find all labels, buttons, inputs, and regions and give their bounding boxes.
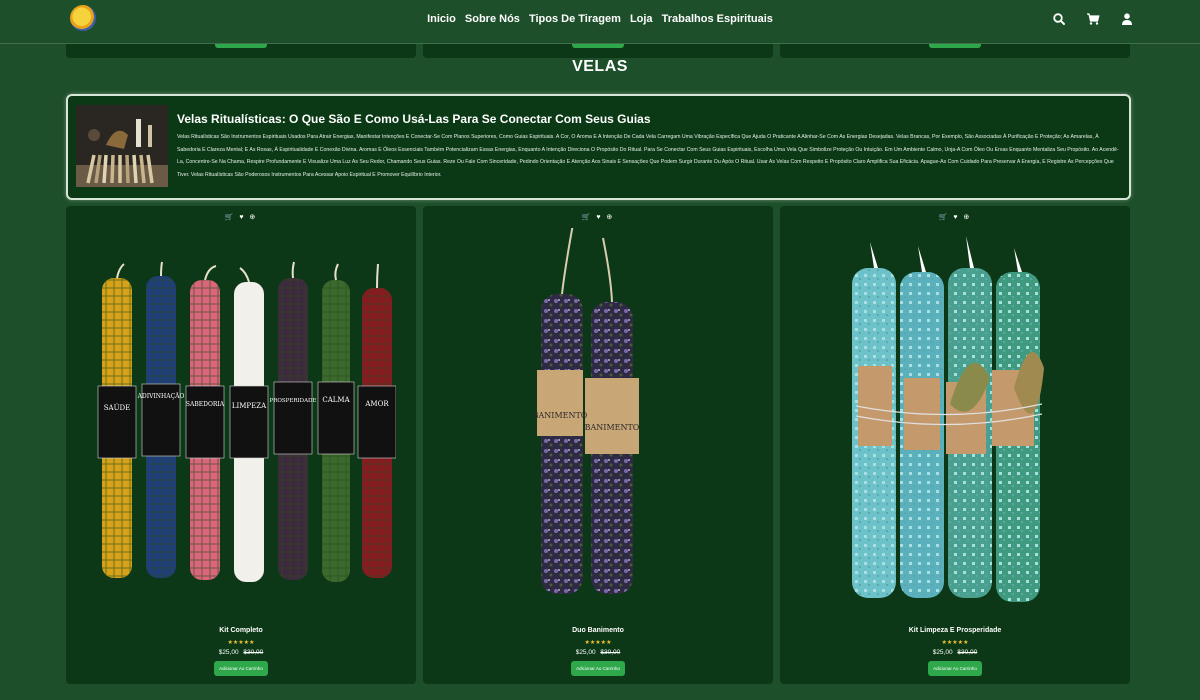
previous-product-card — [780, 44, 1130, 58]
info-title: Velas Ritualísticas: O Que São E Como Us… — [177, 112, 651, 126]
nav-item-trabalhos-espirituais[interactable]: Trabalhos Espirituais — [662, 13, 773, 25]
candles-photo — [76, 105, 168, 187]
cart-icon[interactable] — [1086, 12, 1100, 26]
card-action-icons[interactable]: 🛒 ♥ ⊕ — [66, 213, 416, 221]
header-actions — [1052, 12, 1134, 26]
candle-label: BANIMENTO — [585, 423, 640, 432]
nav-item-inicio[interactable]: Inicio — [427, 13, 456, 25]
candle-label: PROSPERIDADE — [270, 398, 317, 404]
price-row: $25,00 $30,00 — [780, 649, 1130, 656]
previous-add-button[interactable] — [215, 44, 267, 48]
add-to-cart-button[interactable]: Adicionar Ao Carrinho — [214, 661, 268, 676]
add-to-cart-button[interactable]: Adicionar Ao Carrinho — [571, 661, 625, 676]
price: $25,00 — [932, 649, 953, 656]
card-action-icons[interactable]: 🛒 ♥ ⊕ — [780, 213, 1130, 221]
info-box: Velas Ritualísticas: O Que São E Como Us… — [66, 94, 1131, 200]
previous-add-button[interactable] — [929, 44, 981, 48]
nav-item-loja[interactable]: Loja — [630, 13, 653, 25]
candle-label: BANIMENTO — [533, 411, 588, 420]
price: $25,00 — [218, 649, 239, 656]
old-price: $30,00 — [600, 649, 621, 656]
add-to-cart-button[interactable]: Adicionar Ao Carrinho — [928, 661, 982, 676]
previous-product-card — [423, 44, 773, 58]
rating-stars: ★★★★★ — [941, 640, 969, 646]
search-icon[interactable] — [1052, 12, 1066, 26]
card-action-icons[interactable]: 🛒 ♥ ⊕ — [423, 213, 773, 221]
product-card: 🛒 ♥ ⊕ BANIMENTO BANIMENTO Duo Banimento … — [423, 206, 773, 684]
price-row: $25,00 $30,00 — [423, 649, 773, 656]
candle-label: CALMA — [322, 396, 350, 404]
candle-label: ADIVINHAÇÃO — [137, 392, 185, 400]
price-row: $25,00 $30,00 — [66, 649, 416, 656]
product-card: 🛒 ♥ ⊕ — [66, 206, 416, 684]
old-price: $30,00 — [243, 649, 264, 656]
site-header: Inicio Sobre Nós Tipos De Tiragem Loja T… — [0, 0, 1200, 44]
info-text: Velas Ritualísticas São Instrumentos Esp… — [177, 134, 1119, 178]
product-image[interactable]: BANIMENTO BANIMENTO — [443, 223, 753, 612]
rating-stars: ★★★★★ — [584, 640, 612, 646]
product-image[interactable]: SAÚDE ADIVINHAÇÃO SABEDORIA LIMPEZA PROS… — [86, 228, 397, 612]
old-price: $30,00 — [957, 649, 978, 656]
candle-label: SAÚDE — [104, 403, 130, 412]
product-image[interactable] — [800, 228, 1110, 612]
nav-item-sobre-nos[interactable]: Sobre Nós — [465, 13, 520, 25]
rating-stars: ★★★★★ — [227, 640, 255, 646]
product-name[interactable]: Kit Completo — [66, 627, 416, 634]
user-icon[interactable] — [1120, 12, 1134, 26]
candle-label: LIMPEZA — [232, 402, 267, 410]
candle-label: AMOR — [364, 400, 389, 408]
product-name[interactable]: Duo Banimento — [423, 627, 773, 634]
nav-item-tipos-de-tiragem[interactable]: Tipos De Tiragem — [529, 13, 621, 25]
section-title: VELAS — [572, 58, 628, 75]
product-card: 🛒 ♥ ⊕ — [780, 206, 1130, 684]
main-nav: Inicio Sobre Nós Tipos De Tiragem Loja T… — [0, 13, 1200, 25]
product-name[interactable]: Kit Limpeza E Prosperidade — [780, 627, 1130, 634]
previous-product-card — [66, 44, 416, 58]
previous-add-button[interactable] — [572, 44, 624, 48]
candle-label: SABEDORIA — [186, 401, 225, 408]
price: $25,00 — [575, 649, 596, 656]
